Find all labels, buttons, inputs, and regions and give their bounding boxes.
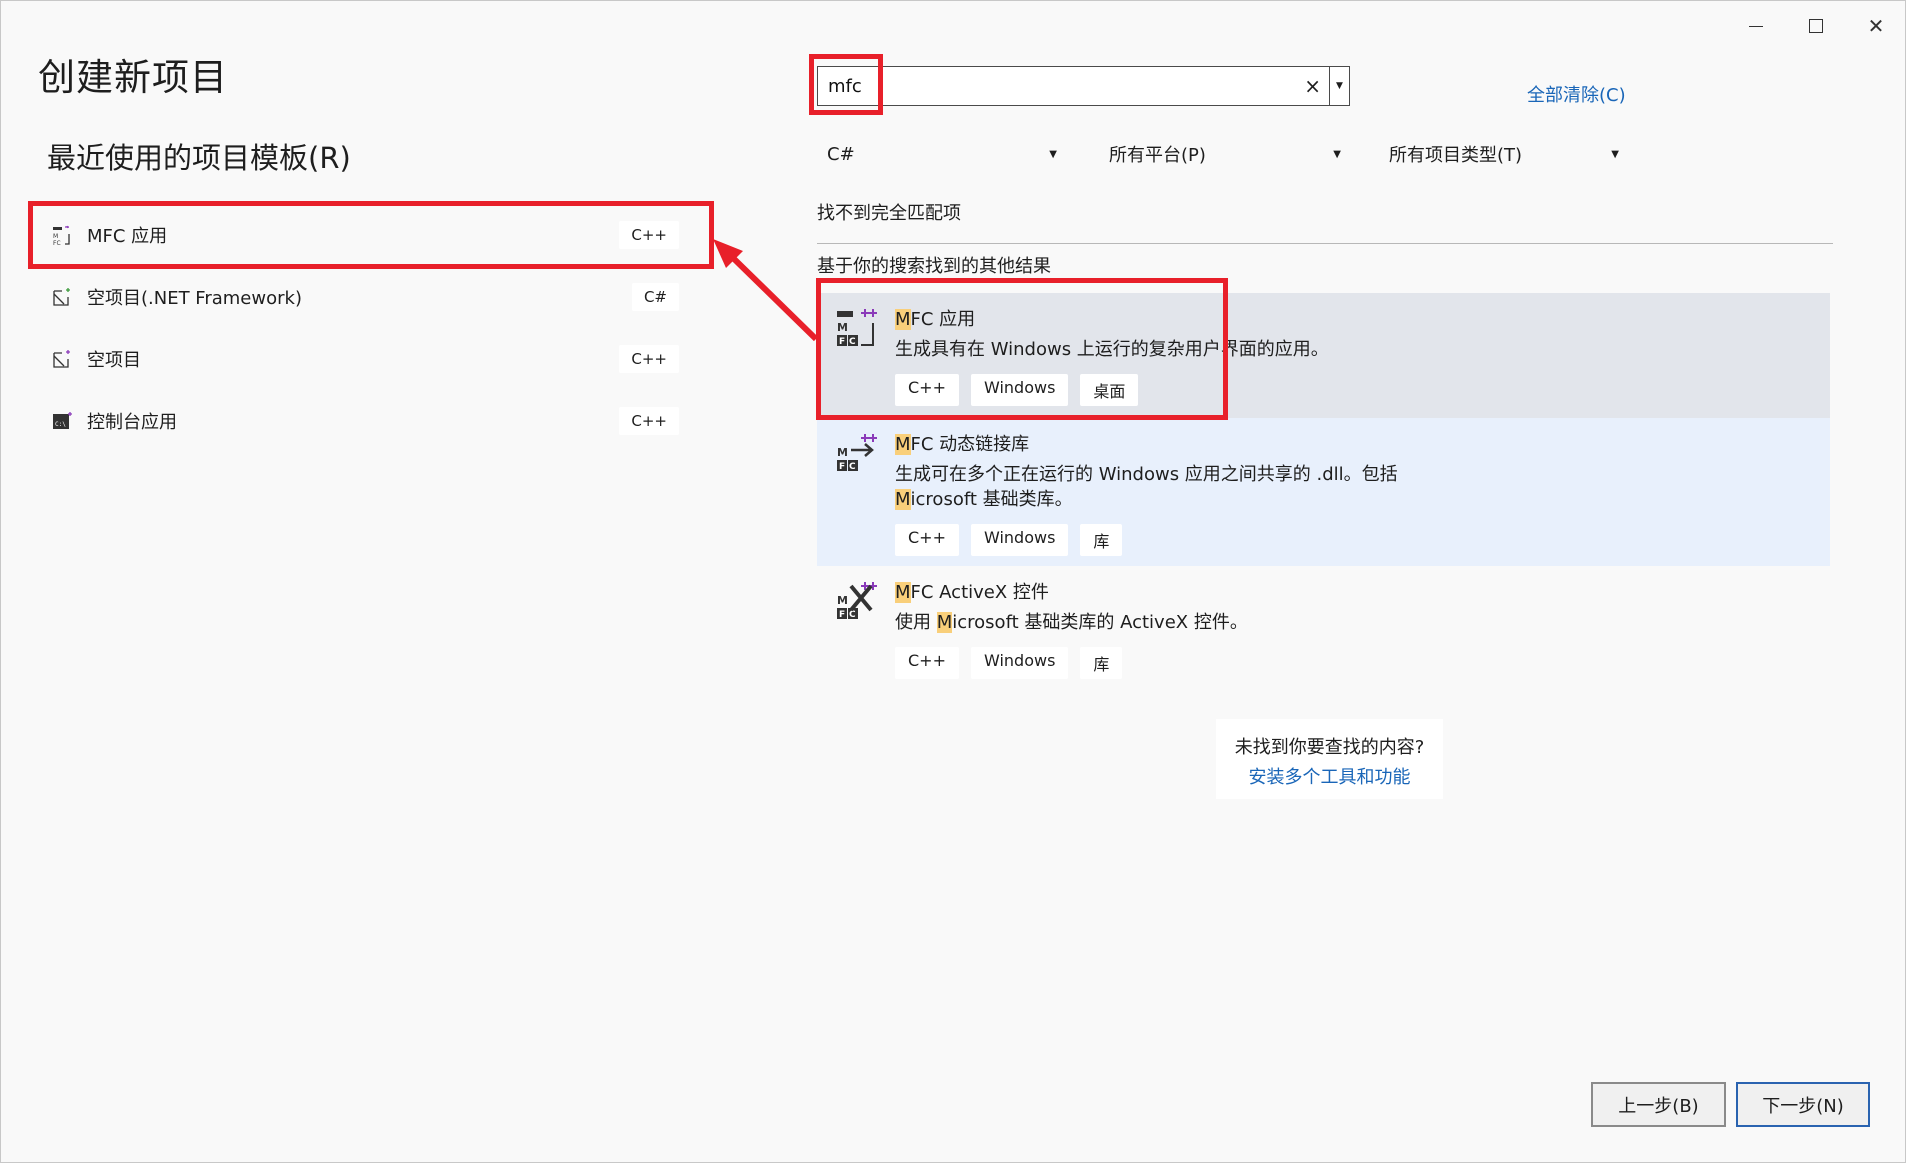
- next-button[interactable]: 下一步(N): [1736, 1082, 1870, 1127]
- result-tags: C++ Windows 库: [895, 524, 1830, 556]
- svg-text:C: C: [849, 462, 856, 472]
- svg-text:M: M: [837, 446, 848, 459]
- result-title: MFC ActiveX 控件: [895, 566, 1830, 604]
- clear-search-icon[interactable]: ×: [1304, 74, 1321, 98]
- mfc-dll-icon: M F C: [837, 434, 877, 472]
- result-tags: C++ Windows 库: [895, 647, 1830, 679]
- empty-project-icon: [51, 286, 73, 308]
- title-text: FC ActiveX 控件: [910, 582, 1049, 603]
- svg-text:F: F: [839, 337, 845, 347]
- recent-item-label: 控制台应用: [87, 412, 177, 433]
- recent-item-label: 空项目: [87, 350, 141, 371]
- svg-text:FC: FC: [53, 240, 61, 246]
- tag: C++: [895, 647, 959, 679]
- description-text: icrosoft 基础类库的 ActiveX 控件。: [952, 612, 1248, 633]
- results-list: M F C MFC 应用 生成具有在 Windows 上运行的复杂用户界面的应用…: [817, 293, 1830, 706]
- divider: [817, 243, 1833, 244]
- close-icon: ✕: [1867, 14, 1885, 38]
- recent-item-label: MFC 应用: [87, 226, 168, 247]
- mfc-app-icon: M FC: [51, 224, 73, 246]
- svg-text:C: C: [849, 610, 856, 620]
- result-tags: C++ Windows 桌面: [895, 374, 1830, 406]
- match-highlight: M: [895, 434, 911, 455]
- match-highlight: M: [895, 309, 911, 330]
- result-description: 生成可在多个正在运行的 Windows 应用之间共享的 .dll。包括 Micr…: [895, 462, 1830, 512]
- result-item-mfc-activex[interactable]: M F C MFC ActiveX 控件 使用 Microsoft 基础类库的 …: [817, 566, 1830, 706]
- console-app-icon: C:\: [51, 410, 73, 432]
- recent-item-empty-project[interactable]: 空项目 C++: [31, 328, 711, 390]
- description-text: icrosoft 基础类库。: [910, 489, 1073, 510]
- help-box: 未找到你要查找的内容? 安装多个工具和功能: [1216, 719, 1443, 799]
- mfc-app-icon: M F C: [837, 309, 877, 347]
- minimize-button[interactable]: [1736, 11, 1776, 41]
- tag: Windows: [970, 524, 1069, 556]
- match-highlight: M: [895, 489, 911, 510]
- project-type-filter-value: 所有项目类型(T): [1389, 145, 1523, 166]
- svg-text:M: M: [53, 233, 58, 240]
- language-badge: C++: [619, 407, 679, 435]
- result-description: 生成具有在 Windows 上运行的复杂用户界面的应用。: [895, 339, 1329, 360]
- tag: 桌面: [1080, 374, 1139, 406]
- other-results-heading: 基于你的搜索找到的其他结果: [817, 256, 1051, 277]
- title-text: FC 应用: [910, 309, 976, 330]
- recent-templates-list: M FC MFC 应用 C++ 空项目(.NET Framework) C# 空项…: [28, 201, 714, 452]
- install-tools-link[interactable]: 安装多个工具和功能: [1216, 763, 1443, 789]
- maximize-button[interactable]: [1796, 11, 1836, 41]
- result-item-mfc-dll[interactable]: M F C MFC 动态链接库 生成可在多个正在运行的 Windows 应用之间…: [817, 418, 1830, 566]
- language-badge: C++: [619, 221, 679, 249]
- result-item-mfc-app[interactable]: M F C MFC 应用 生成具有在 Windows 上运行的复杂用户界面的应用…: [817, 293, 1830, 418]
- recent-templates-heading: 最近使用的项目模板(R): [47, 141, 351, 175]
- svg-text:F: F: [839, 462, 845, 472]
- chevron-down-icon: ▼: [1333, 148, 1341, 160]
- result-description: 使用 Microsoft 基础类库的 ActiveX 控件。: [895, 610, 1830, 635]
- search-history-dropdown[interactable]: ▼: [1329, 67, 1349, 105]
- svg-text:F: F: [839, 610, 845, 620]
- back-button[interactable]: 上一步(B): [1591, 1082, 1726, 1127]
- recent-item-console-app[interactable]: C:\ 控制台应用 C++: [31, 390, 711, 452]
- description-text: 使用: [895, 612, 937, 633]
- match-highlight: M: [895, 582, 911, 603]
- search-box: × ▼: [817, 66, 1350, 106]
- language-filter[interactable]: C# ▼: [827, 139, 1057, 169]
- project-type-filter[interactable]: 所有项目类型(T) ▼: [1389, 139, 1619, 169]
- chevron-down-icon: ▼: [1611, 148, 1619, 160]
- svg-text:C:\: C:\: [55, 421, 66, 428]
- recent-item-label: 空项目(.NET Framework): [87, 288, 302, 309]
- maximize-icon: [1809, 19, 1823, 33]
- svg-text:C: C: [849, 337, 856, 347]
- tag: 库: [1080, 647, 1123, 679]
- recent-item-mfc-app[interactable]: M FC MFC 应用 C++: [28, 201, 714, 269]
- tag: Windows: [970, 647, 1069, 679]
- recent-item-empty-project-netfx[interactable]: 空项目(.NET Framework) C#: [31, 266, 711, 328]
- platform-filter[interactable]: 所有平台(P) ▼: [1109, 139, 1341, 169]
- language-badge: C#: [631, 283, 679, 311]
- tag: Windows: [970, 374, 1069, 406]
- svg-text:M: M: [837, 321, 848, 334]
- svg-text:M: M: [837, 594, 848, 607]
- close-button[interactable]: ✕: [1856, 11, 1896, 41]
- tag: C++: [895, 374, 959, 406]
- result-title: MFC 动态链接库: [895, 418, 1830, 456]
- platform-filter-value: 所有平台(P): [1109, 145, 1206, 166]
- description-line: Microsoft 基础类库。: [895, 487, 1830, 512]
- page-title: 创建新项目: [38, 56, 228, 99]
- minimize-icon: [1749, 25, 1763, 27]
- tag: C++: [895, 524, 959, 556]
- mfc-activex-icon: M F C: [837, 582, 877, 620]
- help-question: 未找到你要查找的内容?: [1234, 737, 1425, 758]
- match-highlight: M: [936, 612, 953, 633]
- language-filter-value: C#: [827, 143, 855, 165]
- language-badge: C++: [619, 345, 679, 373]
- clear-all-link[interactable]: 全部清除(C): [1527, 81, 1626, 107]
- title-text: FC 动态链接库: [910, 434, 1030, 455]
- dialog-window: ✕ 创建新项目 最近使用的项目模板(R) M FC MFC 应用 C++ 空项目(…: [0, 0, 1906, 1163]
- result-title: MFC 应用: [895, 293, 1830, 331]
- empty-project-icon: [51, 348, 73, 370]
- search-input[interactable]: [818, 75, 1278, 97]
- tag: 库: [1080, 524, 1123, 556]
- description-line: 生成可在多个正在运行的 Windows 应用之间共享的 .dll。包括: [895, 464, 1398, 485]
- no-match-message: 找不到完全匹配项: [817, 203, 961, 224]
- chevron-down-icon: ▼: [1049, 148, 1057, 160]
